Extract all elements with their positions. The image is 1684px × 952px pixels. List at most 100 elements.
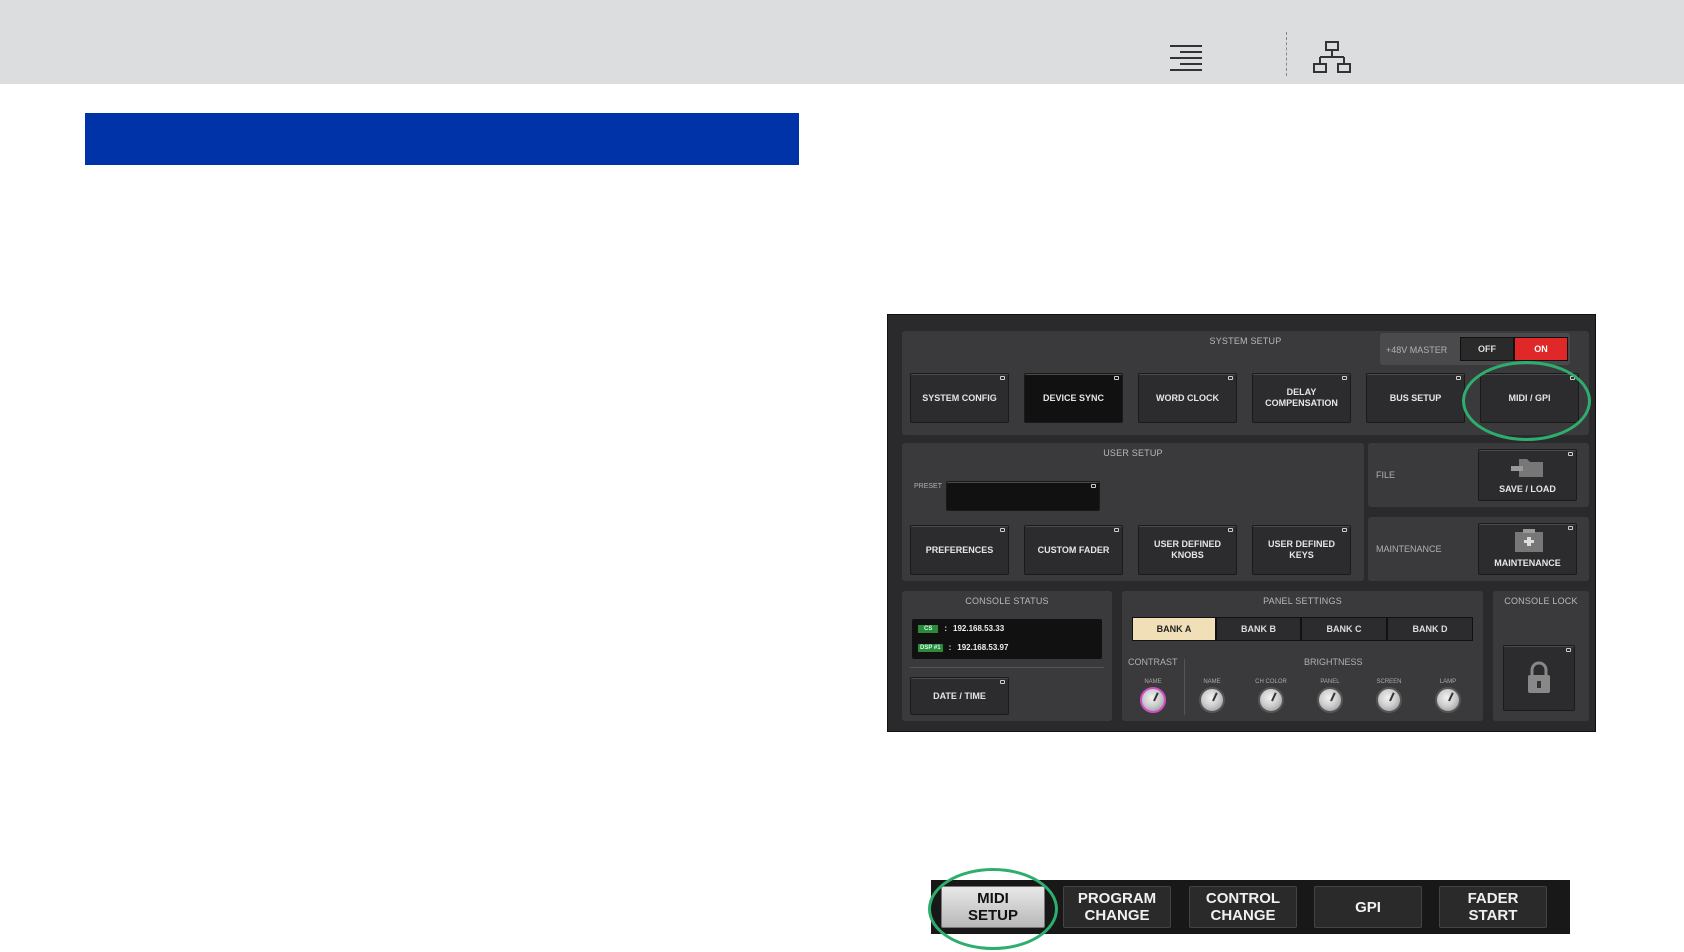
bus-setup-label: BUS SETUP [1389, 392, 1442, 403]
maintenance-button[interactable]: MAINTENANCE [1478, 523, 1577, 575]
console-lock-button[interactable] [1503, 645, 1575, 711]
tab-midi-setup[interactable]: MIDI SETUP [941, 886, 1045, 928]
section-header-band [85, 113, 799, 165]
phantom-off-button[interactable]: OFF [1460, 337, 1514, 361]
preferences-button[interactable]: PREFERENCES [910, 525, 1009, 575]
bank-c-button[interactable]: BANK C [1301, 617, 1387, 641]
console-status-panel: CONSOLE STATUS CS : 192.168.53.33 DSP #1… [902, 591, 1112, 721]
sitemap-icon[interactable] [1312, 40, 1352, 76]
brightness-name-label: NAME [1203, 679, 1221, 685]
brightness-screen-label: SCREEN [1376, 679, 1402, 685]
status-row: DSP #1 : 192.168.53.97 [918, 643, 1008, 652]
popup-icon [1000, 376, 1005, 380]
preset-label: PRESET [914, 483, 943, 490]
brightness-panel-label: PANEL [1320, 679, 1340, 685]
status-row: CS : 192.168.53.33 [918, 624, 1004, 633]
popup-icon [1342, 528, 1347, 532]
status-separator: : [948, 643, 952, 652]
popup-icon [1566, 648, 1571, 652]
popup-icon [1000, 680, 1005, 684]
save-load-label: SAVE / LOAD [1499, 484, 1556, 494]
contrast-label: CONTRAST [1128, 657, 1178, 667]
system-config-label: SYSTEM CONFIG [922, 392, 997, 403]
brightness-lamp-label: LAMP [1439, 679, 1457, 685]
preferences-label: PREFERENCES [925, 544, 994, 555]
save-load-button[interactable]: SAVE / LOAD [1478, 449, 1577, 501]
toolbar-divider [1286, 32, 1287, 76]
brightness-lamp-knob[interactable] [1435, 687, 1461, 713]
popup-icon [1091, 484, 1096, 488]
tab-fader-start[interactable]: FADER START [1439, 886, 1547, 928]
popup-icon [1000, 528, 1005, 532]
delay-compensation-label: DELAY COMPENSATION [1265, 387, 1338, 408]
divider [1184, 659, 1185, 715]
phantom-master-label: +48V MASTER [1386, 345, 1448, 355]
system-setup-panel: SYSTEM SETUP +48V MASTER OFF ON SYSTEM C… [902, 331, 1589, 435]
top-bar [0, 0, 1684, 84]
custom-fader-label: CUSTOM FADER [1037, 544, 1110, 555]
maintenance-button-label: MAINTENANCE [1494, 558, 1561, 568]
status-tag-cs: CS [918, 624, 939, 633]
panel-settings-panel: PANEL SETTINGS BANK A BANK B BANK C BANK… [1122, 591, 1483, 721]
maintenance-panel: MAINTENANCE MAINTENANCE [1368, 517, 1589, 581]
device-sync-label: DEVICE SYNC [1042, 392, 1104, 403]
contrast-name-knob[interactable] [1140, 687, 1166, 713]
date-time-button[interactable]: DATE / TIME [910, 677, 1009, 715]
popup-icon [1228, 376, 1233, 380]
bank-a-button[interactable]: BANK A [1132, 617, 1216, 641]
bank-b-button[interactable]: BANK B [1216, 617, 1301, 641]
user-defined-knobs-button[interactable]: USER DEFINED KNOBS [1138, 525, 1237, 575]
popup-icon [1456, 376, 1461, 380]
page: SYSTEM SETUP +48V MASTER OFF ON SYSTEM C… [0, 0, 1684, 952]
popup-icon [1228, 528, 1233, 532]
status-ip-dsp: 192.168.53.97 [957, 643, 1009, 652]
word-clock-label: WORD CLOCK [1156, 392, 1219, 403]
popup-icon [1114, 376, 1119, 380]
tab-gpi[interactable]: GPI [1314, 886, 1422, 928]
phantom-on-button[interactable]: ON [1514, 337, 1568, 361]
divider [910, 667, 1104, 668]
custom-fader-button[interactable]: CUSTOM FADER [1024, 525, 1123, 575]
popup-icon [1570, 376, 1575, 380]
system-setup-screen: SYSTEM SETUP +48V MASTER OFF ON SYSTEM C… [887, 314, 1596, 732]
user-defined-knobs-label: USER DEFINED KNOBS [1153, 539, 1221, 560]
status-separator: : [944, 624, 948, 633]
tab-control-change[interactable]: CONTROL CHANGE [1189, 886, 1297, 928]
console-lock-panel: CONSOLE LOCK [1493, 591, 1589, 721]
popup-icon [1342, 376, 1347, 380]
preset-field[interactable] [946, 481, 1100, 511]
brightness-ch-color-knob[interactable] [1258, 687, 1284, 713]
popup-icon [1568, 526, 1573, 530]
brightness-screen-knob[interactable] [1376, 687, 1402, 713]
user-setup-panel: USER SETUP PRESET PREFERENCES CUSTOM FAD… [902, 443, 1364, 581]
device-sync-button[interactable]: DEVICE SYNC [1024, 373, 1123, 423]
toolbox-icon [1515, 529, 1543, 552]
date-time-label: DATE / TIME [933, 690, 986, 701]
system-config-button[interactable]: SYSTEM CONFIG [910, 373, 1009, 423]
phantom-master-group: +48V MASTER OFF ON [1380, 333, 1570, 365]
status-box: CS : 192.168.53.33 DSP #1 : 192.168.53.9… [912, 619, 1102, 659]
folder-icon [1511, 459, 1543, 477]
status-tag-dsp: DSP #1 [918, 643, 943, 652]
brightness-panel-knob[interactable] [1317, 687, 1343, 713]
maintenance-label: MAINTENANCE [1376, 544, 1442, 554]
user-defined-keys-button[interactable]: USER DEFINED KEYS [1252, 525, 1351, 575]
delay-compensation-button[interactable]: DELAY COMPENSATION [1252, 373, 1351, 423]
lock-icon [1528, 661, 1550, 693]
panel-settings-title: PANEL SETTINGS [1263, 596, 1342, 606]
midi-gpi-button[interactable]: MIDI / GPI [1480, 373, 1579, 423]
tab-program-change[interactable]: PROGRAM CHANGE [1063, 886, 1171, 928]
popup-icon [1568, 452, 1573, 456]
bank-d-button[interactable]: BANK D [1387, 617, 1473, 641]
brightness-name-knob[interactable] [1199, 687, 1225, 713]
file-label: FILE [1376, 470, 1396, 480]
popup-icon [1114, 528, 1119, 532]
bus-setup-button[interactable]: BUS SETUP [1366, 373, 1465, 423]
word-clock-button[interactable]: WORD CLOCK [1138, 373, 1237, 423]
text-align-right-icon[interactable] [1166, 40, 1206, 76]
user-setup-title: USER SETUP [1103, 448, 1163, 458]
brightness-ch-color-label: CH COLOR [1255, 679, 1287, 685]
file-panel: FILE SAVE / LOAD [1368, 443, 1589, 507]
brightness-label: BRIGHTNESS [1304, 657, 1363, 667]
console-status-title: CONSOLE STATUS [965, 596, 1049, 606]
